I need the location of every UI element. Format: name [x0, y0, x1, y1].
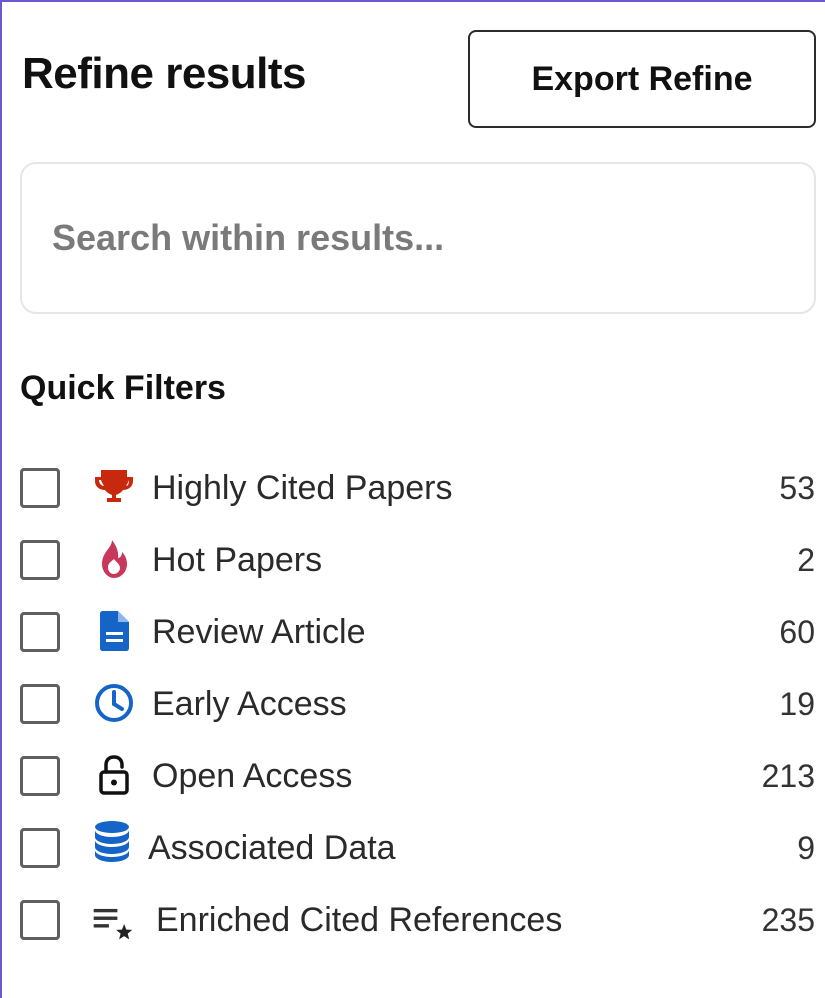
trophy-icon [92, 464, 136, 510]
list-star-icon [92, 902, 136, 948]
filter-count: 53 [779, 470, 815, 506]
filter-label: Hot Papers [152, 541, 323, 579]
quick-filters-list: Highly Cited Papers 53 Hot Papers 2 Revi… [0, 452, 825, 956]
search-box [20, 162, 816, 314]
checkbox[interactable] [20, 684, 60, 724]
filter-label: Associated Data [148, 829, 396, 867]
filter-label: Early Access [152, 685, 347, 723]
checkbox[interactable] [20, 540, 60, 580]
search-input[interactable] [22, 164, 814, 312]
filter-hot-papers[interactable]: Hot Papers 2 [0, 524, 825, 596]
filter-count: 213 [761, 758, 815, 794]
checkbox[interactable] [20, 468, 60, 508]
quick-filters-title: Quick Filters [20, 369, 226, 407]
filter-associated-data[interactable]: Associated Data 9 [0, 812, 825, 884]
database-icon [90, 818, 134, 864]
filter-enriched-cited-references[interactable]: Enriched Cited References 235 [0, 884, 825, 956]
unlock-icon [92, 752, 136, 798]
filter-count: 9 [797, 830, 815, 866]
filter-label: Enriched Cited References [156, 901, 563, 939]
checkbox[interactable] [20, 612, 60, 652]
checkbox[interactable] [20, 900, 60, 940]
filter-count: 235 [761, 902, 815, 938]
checkbox[interactable] [20, 756, 60, 796]
filter-label: Review Article [152, 613, 366, 651]
filter-label: Open Access [152, 757, 353, 795]
filter-label: Highly Cited Papers [152, 469, 453, 507]
page-title: Refine results [22, 49, 306, 98]
filter-early-access[interactable]: Early Access 19 [0, 668, 825, 740]
filter-review-article[interactable]: Review Article 60 [0, 596, 825, 668]
filter-count: 2 [797, 542, 815, 578]
filter-count: 60 [779, 614, 815, 650]
filter-open-access[interactable]: Open Access 213 [0, 740, 825, 812]
export-refine-button[interactable]: Export Refine [468, 30, 816, 128]
filter-highly-cited-papers[interactable]: Highly Cited Papers 53 [0, 452, 825, 524]
clock-icon [92, 680, 136, 726]
document-icon [92, 608, 136, 654]
checkbox[interactable] [20, 828, 60, 868]
flame-icon [92, 536, 136, 582]
filter-count: 19 [779, 686, 815, 722]
